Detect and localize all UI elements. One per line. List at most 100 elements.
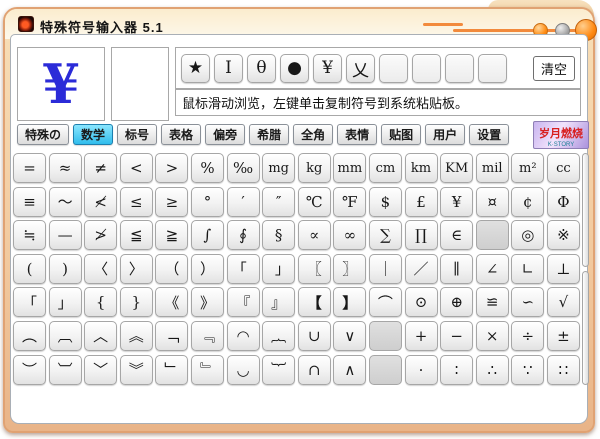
symbol-cell[interactable]: ※ [546, 220, 580, 251]
symbol-cell[interactable]: ∝ [297, 220, 331, 251]
symbol-cell[interactable]: m² [511, 153, 545, 183]
symbol-cell[interactable]: ﹁ [155, 320, 189, 351]
recent-symbol-button[interactable]: θ [247, 53, 276, 83]
symbol-cell[interactable]: ∴ [475, 354, 509, 385]
tab-8[interactable]: 贴图 [381, 124, 422, 145]
tab-3[interactable]: 表格 [161, 124, 202, 145]
symbol-cell[interactable]: 〖 [297, 253, 331, 284]
symbol-cell[interactable]: ≠ [84, 153, 118, 183]
symbol-cell[interactable]: ∮ [226, 220, 260, 251]
tab-9[interactable]: 用户 [425, 124, 466, 145]
symbol-cell[interactable]: ≧ [155, 220, 189, 251]
recent-symbol-button[interactable]: ★ [181, 53, 210, 83]
symbol-cell[interactable]: ≈ [48, 153, 82, 183]
recent-symbol-button[interactable]: I [214, 53, 243, 83]
scroll-strip-bottom[interactable] [582, 271, 589, 385]
symbol-cell[interactable]: } [119, 287, 153, 318]
symbol-cell[interactable]: 」 [48, 287, 82, 318]
symbol-cell[interactable]: 》 [190, 287, 224, 318]
symbol-cell[interactable]: 』 [262, 287, 296, 318]
symbol-cell[interactable]: ≮ [84, 186, 118, 217]
tab-5[interactable]: 希腊 [249, 124, 290, 145]
symbol-cell[interactable]: ≯ [84, 220, 118, 251]
symbol-cell[interactable]: ℃ [297, 186, 331, 217]
symbol-cell[interactable]: ≤ [119, 186, 153, 217]
tab-10[interactable]: 设置 [469, 124, 510, 145]
symbol-cell[interactable]: cc [546, 153, 580, 183]
symbol-cell[interactable]: = [13, 153, 46, 183]
symbol-cell[interactable]: ) [48, 253, 82, 284]
tab-0[interactable]: 特殊の [17, 124, 70, 145]
symbol-cell[interactable]: ± [546, 320, 580, 351]
symbol-cell[interactable]: ∏ [404, 220, 438, 251]
symbol-cell[interactable]: 『 [226, 287, 260, 318]
symbol-cell[interactable]: § [262, 220, 296, 251]
recent-symbol-button[interactable]: 乂 [346, 53, 375, 83]
symbol-cell[interactable]: ｜ [368, 253, 402, 284]
symbol-cell[interactable]: ﹂ [155, 354, 189, 385]
symbol-cell[interactable]: ℉ [333, 186, 367, 217]
symbol-cell[interactable]: − [440, 320, 474, 351]
symbol-cell[interactable]: mil [475, 153, 509, 183]
symbol-cell[interactable]: √ [546, 287, 580, 318]
symbol-cell[interactable]: ≥ [155, 186, 189, 217]
recent-symbol-button[interactable]: ¥ [313, 53, 342, 83]
symbol-cell[interactable]: mg [262, 153, 296, 183]
symbol-cell[interactable]: ∈ [440, 220, 474, 251]
symbol-cell[interactable]: ∨ [333, 320, 367, 351]
tab-2[interactable]: 标号 [117, 124, 158, 145]
symbol-cell[interactable]: ︷ [262, 320, 296, 351]
symbol-cell[interactable]: kg [297, 153, 331, 183]
symbol-cell[interactable]: + [404, 320, 438, 351]
symbol-cell[interactable]: ′ [226, 186, 260, 217]
symbol-cell[interactable]: ″ [262, 186, 296, 217]
symbol-cell[interactable]: ︺ [48, 354, 82, 385]
symbol-cell[interactable]: ° [190, 186, 224, 217]
symbol-cell[interactable]: $ [368, 186, 402, 217]
symbol-cell[interactable]: 〉 [119, 253, 153, 284]
symbol-cell[interactable]: ≦ [119, 220, 153, 251]
symbol-cell[interactable]: ｢ [226, 253, 260, 284]
tab-6[interactable]: 全角 [293, 124, 334, 145]
tab-4[interactable]: 偏旁 [205, 124, 246, 145]
symbol-cell[interactable]: （ [155, 253, 189, 284]
tab-1[interactable]: 数学 [73, 124, 114, 145]
symbol-cell[interactable]: ︸ [262, 354, 296, 385]
symbol-cell[interactable]: 【 [297, 287, 331, 318]
symbol-cell[interactable]: ︵ [13, 320, 46, 351]
symbol-cell[interactable]: ﹀ [84, 354, 118, 385]
symbol-cell[interactable]: ¥ [440, 186, 474, 217]
symbol-cell[interactable]: < [119, 153, 153, 183]
clear-button[interactable]: 清空 [533, 55, 575, 81]
symbol-cell[interactable]: ︶ [13, 354, 46, 385]
symbol-cell[interactable]: ｣ [262, 253, 296, 284]
symbol-cell[interactable]: ◎ [511, 220, 545, 251]
symbol-cell[interactable]: 〗 [333, 253, 367, 284]
symbol-cell[interactable]: ∵ [511, 354, 545, 385]
symbol-cell[interactable]: { [84, 287, 118, 318]
symbol-cell[interactable]: ︹ [48, 320, 82, 351]
symbol-cell[interactable]: ÷ [511, 320, 545, 351]
symbol-cell[interactable]: 《 [155, 287, 189, 318]
symbol-cell[interactable]: ） [190, 253, 224, 284]
symbol-cell[interactable]: ¤ [475, 186, 509, 217]
symbol-cell[interactable]: ∠ [475, 253, 509, 284]
symbol-cell[interactable]: ≡ [13, 186, 46, 217]
symbol-cell[interactable]: ¢ [511, 186, 545, 217]
symbol-cell[interactable]: KM [440, 153, 474, 183]
symbol-cell[interactable]: 「 [13, 287, 46, 318]
symbol-cell[interactable]: ⊕ [440, 287, 474, 318]
symbol-cell[interactable]: 〈 [84, 253, 118, 284]
symbol-cell[interactable]: ⊙ [404, 287, 438, 318]
symbol-cell[interactable]: ◠ [226, 320, 260, 351]
symbol-cell[interactable]: 】 [333, 287, 367, 318]
symbol-cell[interactable]: ≒ [13, 220, 46, 251]
symbol-cell[interactable]: ﹄ [190, 354, 224, 385]
symbol-cell[interactable]: ∶ [440, 354, 474, 385]
symbol-cell[interactable]: ∧ [333, 354, 367, 385]
symbol-cell[interactable]: ︽ [119, 320, 153, 351]
symbol-cell[interactable]: · [404, 354, 438, 385]
symbol-cell[interactable]: £ [404, 186, 438, 217]
symbol-cell[interactable]: ⊥ [546, 253, 580, 284]
symbol-cell[interactable]: Φ [546, 186, 580, 217]
